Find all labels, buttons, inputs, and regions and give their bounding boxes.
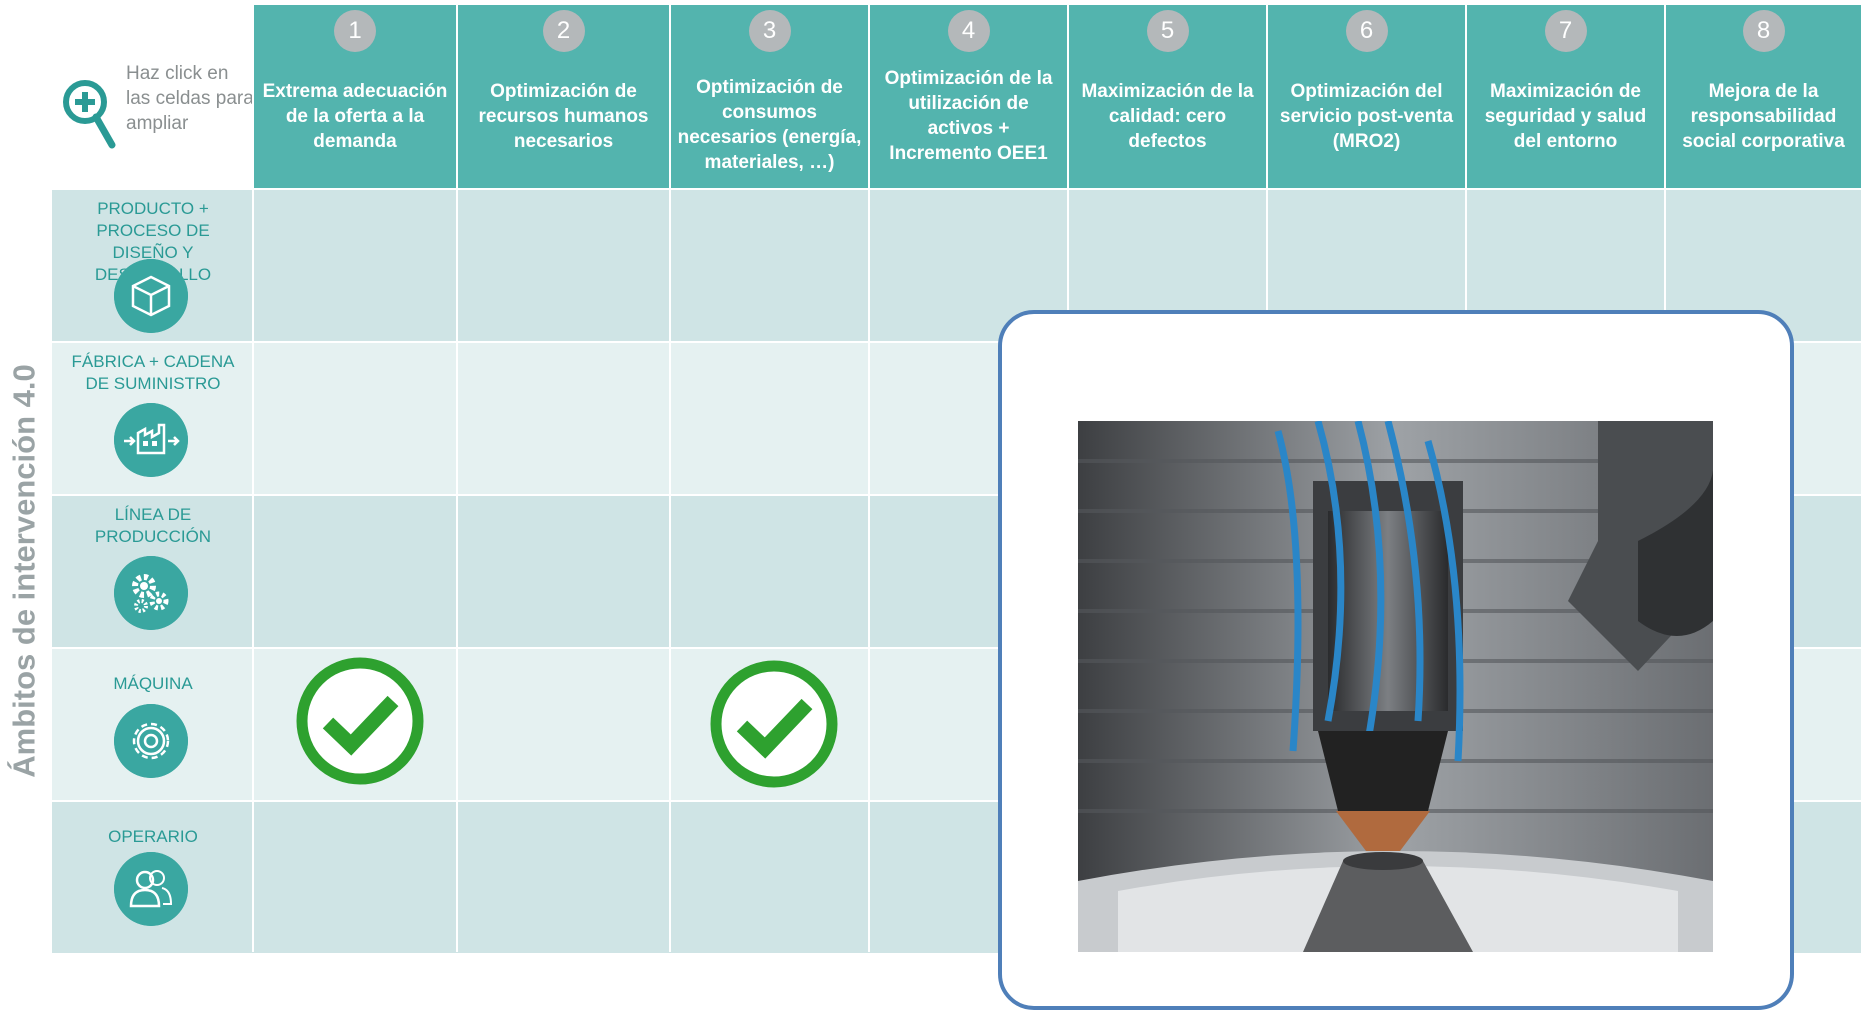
column-number-badge: 7: [1544, 10, 1587, 52]
column-header-8[interactable]: 8 Mejora de la responsabilidad social co…: [1666, 5, 1861, 188]
row-header: LÍNEA DE PRODUCCIÓN: [52, 496, 254, 647]
column-header-3[interactable]: 3 Optimización de consumos necesarios (e…: [671, 5, 868, 188]
row-header: PRODUCTO + PROCESO DE DISEÑO Y DESARROLL…: [52, 190, 254, 341]
column-divider: [456, 5, 458, 952]
column-divider: [868, 5, 870, 952]
column-label: Maximización de seguridad y salud del en…: [1484, 80, 1647, 152]
column-label: Optimización de recursos humanos necesar…: [478, 80, 649, 152]
column-label: Extrema adecuación de la oferta a la dem…: [262, 80, 448, 152]
column-label: Mejora de la responsabilidad social corp…: [1682, 80, 1845, 152]
column-label: Optimización de consumos necesarios (ene…: [677, 77, 862, 173]
impact-matrix: Ámbitos de intervención 4.0 Haz click en…: [0, 0, 1861, 1010]
row-header: FÁBRICA + CADENA DE SUMINISTRO: [52, 343, 254, 494]
column-divider: [669, 5, 671, 952]
check-circle-icon[interactable]: [296, 657, 424, 785]
gears-icon: [114, 556, 188, 630]
check-circle-icon[interactable]: [710, 660, 838, 788]
row-header: MÁQUINA: [52, 649, 254, 800]
column-header-5[interactable]: 5 Maximización de la calidad: cero defec…: [1069, 5, 1266, 188]
row-label: FÁBRICA + CADENA DE SUMINISTRO: [71, 352, 235, 393]
column-header-6[interactable]: 6 Optimización del servicio post-venta (…: [1268, 5, 1465, 188]
corner-cell: Haz click en las celdas para ampliar: [52, 5, 254, 188]
column-header-4[interactable]: 4 Optimización de la utilización de acti…: [870, 5, 1067, 188]
column-number-badge: 2: [542, 10, 585, 52]
3d-metal-printing-nozzle-photo: [1078, 421, 1713, 952]
gear-icon: [114, 704, 188, 778]
column-divider: [252, 5, 254, 952]
column-label: Optimización del servicio post-venta (MR…: [1279, 80, 1454, 152]
row-label: MÁQUINA: [113, 674, 193, 693]
column-number-badge: 4: [947, 10, 990, 52]
column-header-1[interactable]: 1 Extrema adecuación de la oferta a la d…: [254, 5, 456, 188]
row-label: LÍNEA DE PRODUCCIÓN: [94, 505, 212, 546]
column-header-7[interactable]: 7 Maximización de seguridad y salud del …: [1467, 5, 1664, 188]
corner-hint: Haz click en las celdas para ampliar: [126, 63, 254, 134]
row-label: OPERARIO: [108, 827, 198, 846]
column-label: Optimización de la utilización de activo…: [884, 68, 1053, 164]
column-header-2[interactable]: 2 Optimización de recursos humanos neces…: [458, 5, 669, 188]
column-number-badge: 5: [1146, 10, 1189, 52]
factory-icon: [114, 403, 188, 477]
side-title: Ámbitos de intervención 4.0: [7, 364, 42, 778]
users-icon: [114, 852, 188, 926]
column-number-badge: 1: [334, 10, 376, 52]
column-number-badge: 8: [1742, 10, 1785, 52]
box-icon: [114, 259, 188, 333]
column-number-badge: 6: [1345, 10, 1388, 52]
column-number-badge: 3: [748, 10, 791, 52]
zoom-in-icon: [63, 80, 116, 149]
row-header: OPERARIO: [52, 802, 254, 953]
column-label: Maximización de la calidad: cero defecto…: [1081, 80, 1254, 152]
